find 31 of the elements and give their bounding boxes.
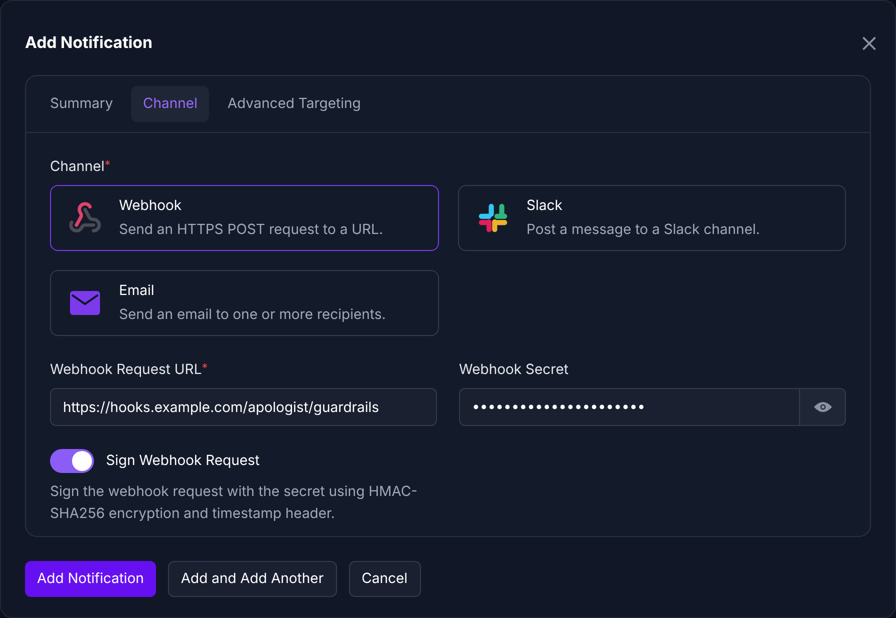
channel-name: Email: [119, 281, 156, 301]
channel-option[interactable]: Email Send an email to one or more recipients.: [50, 270, 438, 336]
channel-description: Send an email to one or more recipients.: [119, 305, 386, 325]
channel-name: Slack: [526, 196, 564, 216]
field-label: Webhook Secret: [459, 360, 570, 380]
show-password-button[interactable]: [800, 388, 846, 426]
channel-description: Send an HTTPS POST request to a URL.: [119, 220, 384, 240]
field-label: Channel: [50, 157, 104, 177]
toggle-switch[interactable]: [50, 449, 94, 473]
required-mark: *: [104, 157, 110, 174]
action-button[interactable]: Cancel: [348, 561, 421, 597]
action-button[interactable]: Add Notification: [25, 561, 156, 597]
toggle-label: Sign Webhook Request: [106, 451, 260, 471]
envelope-icon: [70, 291, 100, 315]
tab[interactable]: Channel: [131, 86, 210, 122]
action-button[interactable]: Add and Add Another: [168, 561, 337, 597]
channel-option[interactable]: Slack Post a message to a Slack channel.: [458, 185, 846, 251]
eye-icon: [814, 401, 832, 413]
toggle-description: Sign the webhook request with the secret using HMAC-SHA256 encryption and timestamp header.: [50, 482, 418, 524]
tab[interactable]: Advanced Targeting: [217, 86, 371, 122]
webhook-icon: [68, 201, 102, 235]
channel-name: Webhook: [119, 196, 183, 216]
required-mark: *: [202, 360, 208, 377]
close-button[interactable]: ×: [859, 27, 879, 57]
field-label: Webhook Request URL: [50, 360, 202, 380]
tab[interactable]: Summary: [40, 86, 124, 122]
channel-description: Post a message to a Slack channel.: [526, 220, 760, 240]
url-input[interactable]: https://hooks.example.com/apologist/guardrails: [50, 388, 437, 426]
dialog-title: Add Notification: [25, 31, 152, 54]
secret-input[interactable]: ••••••••••••••••••••••: [459, 388, 800, 426]
channel-option[interactable]: Webhook Send an HTTPS POST request to a URL.: [50, 185, 438, 251]
